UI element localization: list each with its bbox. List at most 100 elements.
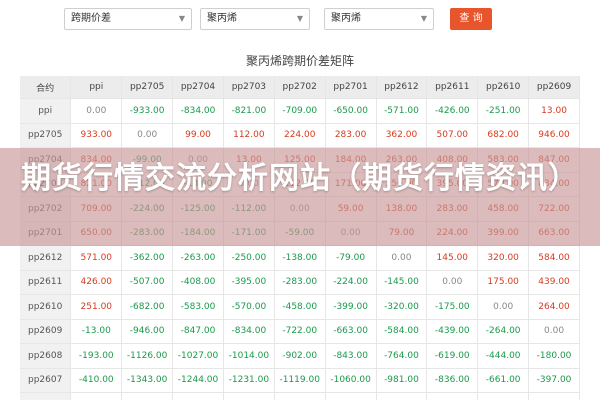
row-label: pp2606 <box>20 392 72 400</box>
table-cell: 362.00 <box>376 123 428 148</box>
contract-select[interactable]: 聚丙烯 ▼ <box>324 8 434 30</box>
table-cell: -1430.00 <box>223 392 275 400</box>
row-label: pp2608 <box>20 343 72 369</box>
table-header-row: 合约 ppi pp2705 pp2704 pp2703 pp2702 pp2701 pp261… <box>20 76 580 99</box>
table-cell: 224.00 <box>274 123 326 148</box>
table-cell: 933.00 <box>70 123 123 148</box>
chevron-down-icon: ▼ <box>296 14 303 23</box>
table-row: pp2705 933.00 0.00 99.00 112.00 224.00 283.00 3… <box>20 123 580 148</box>
table-cell: 145.00 <box>426 245 479 271</box>
column-header: pp2611 <box>426 76 479 99</box>
row-label: pp2705 <box>20 123 72 148</box>
table-cell: 0.00 <box>528 319 580 344</box>
table-cell: -250.00 <box>223 245 275 271</box>
table-cell: -1027.00 <box>172 343 224 369</box>
column-header: pp2704 <box>172 76 224 99</box>
row-label: ppi <box>20 98 72 124</box>
table-cell: -596.00 <box>528 392 580 400</box>
table-cell: -722.00 <box>274 319 326 344</box>
column-header: pp2610 <box>477 76 530 99</box>
table-cell: 571.00 <box>70 245 123 271</box>
table-cell: 264.00 <box>528 294 580 320</box>
table-cell: -175.00 <box>426 294 479 320</box>
table-cell: -981.00 <box>376 368 428 393</box>
table-cell: -1343.00 <box>121 368 174 393</box>
table-cell: -320.00 <box>376 294 428 320</box>
table-cell: -263.00 <box>172 245 224 271</box>
table-cell: -439.00 <box>426 319 479 344</box>
table-cell: -180.00 <box>528 343 580 369</box>
chevron-down-icon: ▼ <box>420 14 427 23</box>
table-cell: -79.00 <box>325 245 377 271</box>
table-cell: -1259.00 <box>325 392 377 400</box>
table-cell: -1318.00 <box>274 392 326 400</box>
table-cell: -902.00 <box>274 343 326 369</box>
table-cell: 0.00 <box>376 245 428 271</box>
table-row: pp2611 426.00 -507.00 -408.00 -395.00 -283.00… <box>20 270 580 295</box>
column-header: pp2612 <box>376 76 428 99</box>
table-cell: -821.00 <box>223 98 275 124</box>
table-cell: -1126.00 <box>121 343 174 369</box>
table-cell: -619.00 <box>426 343 479 369</box>
table-row: pp2607 -410.00 -1343.00 -1244.00 -1231.00 -11… <box>20 368 580 393</box>
table-cell: -609.00 <box>70 392 123 400</box>
spread-type-select[interactable]: 跨期价差 ▼ <box>64 8 192 30</box>
table-cell: -1180.00 <box>376 392 428 400</box>
table-cell: -397.00 <box>528 368 580 393</box>
table-cell: 320.00 <box>477 245 530 271</box>
row-label: pp2609 <box>20 319 72 344</box>
row-label: pp2611 <box>20 270 72 295</box>
table-cell: 426.00 <box>70 270 123 295</box>
table-cell: -843.00 <box>325 343 377 369</box>
table-cell: -399.00 <box>325 294 377 320</box>
table-cell: -1542.00 <box>121 392 174 400</box>
table-row: pp2606-609.00-1542.00-1443.00-1430.00-13… <box>20 392 580 400</box>
table-cell: 584.00 <box>528 245 580 271</box>
chevron-down-icon: ▼ <box>178 14 185 23</box>
table-cell: 946.00 <box>528 123 580 148</box>
table-cell: -1014.00 <box>223 343 275 369</box>
table-row: pp2610 251.00 -682.00 -583.00 -570.00 -458.00… <box>20 294 580 320</box>
spread-type-value: 跨期价差 <box>71 13 111 24</box>
table-row: pp2609 -13.00 -946.00 -847.00 -834.00 -722.00… <box>20 319 580 344</box>
table-cell: 439.00 <box>528 270 580 295</box>
table-cell: -138.00 <box>274 245 326 271</box>
table-cell: -444.00 <box>477 343 530 369</box>
table-cell: 175.00 <box>477 270 530 295</box>
table-cell: 13.00 <box>528 98 580 124</box>
table-cell: -584.00 <box>376 319 428 344</box>
table-cell: -426.00 <box>426 98 479 124</box>
table-cell: -682.00 <box>121 294 174 320</box>
table-cell: -661.00 <box>477 368 530 393</box>
table-cell: -583.00 <box>172 294 224 320</box>
table-cell: -933.00 <box>121 98 174 124</box>
table-cell: -458.00 <box>274 294 326 320</box>
table-cell: 0.00 <box>477 294 530 320</box>
table-cell: 0.00 <box>121 123 174 148</box>
table-cell: -1119.00 <box>274 368 326 393</box>
table-cell: -650.00 <box>325 98 377 124</box>
table-cell: -1035.00 <box>426 392 479 400</box>
table-cell: -860.00 <box>477 392 530 400</box>
table-cell: -410.00 <box>70 368 123 393</box>
column-header: ppi <box>70 76 123 99</box>
toolbar: 跨期价差 ▼ 聚丙烯 ▼ 聚丙烯 ▼ 查 询 <box>0 0 600 40</box>
watermark-text: 期货行情交流分析网站（期货行情资讯） <box>21 161 579 196</box>
variety-value: 聚丙烯 <box>207 13 237 24</box>
variety-select[interactable]: 聚丙烯 ▼ <box>200 8 310 30</box>
table-cell: -408.00 <box>172 270 224 295</box>
table-cell: -570.00 <box>223 294 275 320</box>
contract-value: 聚丙烯 <box>331 13 361 24</box>
table-cell: -836.00 <box>426 368 479 393</box>
query-button[interactable]: 查 询 <box>450 8 492 30</box>
table-cell: -709.00 <box>274 98 326 124</box>
table-cell: 283.00 <box>325 123 377 148</box>
column-header: 合约 <box>20 76 72 99</box>
table-cell: -571.00 <box>376 98 428 124</box>
table-cell: -764.00 <box>376 343 428 369</box>
column-header: pp2701 <box>325 76 377 99</box>
table-cell: 507.00 <box>426 123 479 148</box>
table-cell: 682.00 <box>477 123 530 148</box>
column-header: pp2705 <box>121 76 174 99</box>
row-label: pp2610 <box>20 294 72 320</box>
